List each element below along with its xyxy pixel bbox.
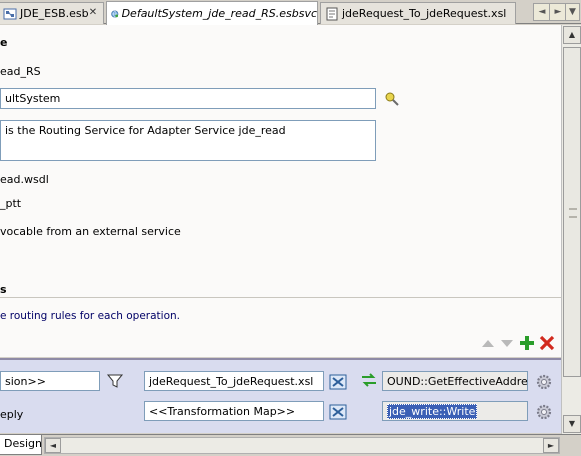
description-textarea[interactable]: is the Routing Service for Adapter Servi… bbox=[0, 120, 376, 161]
delete-rule-icon[interactable] bbox=[539, 335, 555, 351]
reply-target-field[interactable]: jde_write::Write bbox=[382, 401, 528, 421]
general-section-title: e bbox=[0, 36, 8, 49]
routing-rules-section-title: s bbox=[0, 283, 7, 296]
move-down-icon[interactable] bbox=[499, 335, 515, 351]
tab-label: jdeRequest_To_jdeRequest.xsl bbox=[342, 7, 507, 20]
editor-tab-strip: JDE_ESB.esb ✕ DefaultSystem_jde_read_RS.… bbox=[0, 0, 581, 25]
routing-rules-hint: e routing rules for each operation. bbox=[0, 310, 180, 322]
add-rule-icon[interactable] bbox=[519, 335, 535, 351]
reply-label: eply bbox=[0, 408, 24, 421]
filter-expression-field[interactable]: sion>> bbox=[0, 371, 100, 391]
wsdl-file-value: ead.wsdl bbox=[0, 173, 49, 186]
tab-label: JDE_ESB.esb bbox=[20, 7, 89, 20]
scroll-thumb[interactable] bbox=[563, 47, 581, 377]
system-field[interactable]: ultSystem bbox=[0, 88, 376, 109]
browse-system-icon[interactable] bbox=[384, 91, 400, 107]
tab-jderequest-xsl[interactable]: jdeRequest_To_jdeRequest.xsl bbox=[320, 2, 516, 24]
routing-rule-toolbar bbox=[0, 331, 561, 357]
editor-bottom-bar: Design ◄ ► bbox=[0, 434, 581, 456]
transformation-mapper-icon[interactable] bbox=[329, 373, 347, 391]
scroll-left-button[interactable]: ◄ bbox=[45, 438, 61, 453]
reply-transform-field[interactable]: <<Transformation Map>> bbox=[144, 401, 324, 421]
section-divider bbox=[0, 297, 561, 298]
close-icon[interactable]: ✕ bbox=[87, 7, 99, 19]
sync-async-toggle-icon[interactable] bbox=[360, 371, 378, 389]
tab-design[interactable]: Design bbox=[0, 435, 42, 455]
tab-jde-esb[interactable]: JDE_ESB.esb ✕ bbox=[0, 2, 104, 24]
tab-label: DefaultSystem_jde_read_RS.esbsvc bbox=[121, 7, 317, 20]
tab-defaultsystem-esbsvc[interactable]: DefaultSystem_jde_read_RS.esbsvc bbox=[106, 1, 318, 25]
scroll-right-button[interactable]: ► bbox=[543, 438, 559, 453]
chevron-left-icon: ◄ bbox=[538, 7, 546, 17]
gear-icon[interactable] bbox=[535, 373, 553, 391]
reply-transformation-mapper-icon[interactable] bbox=[329, 403, 347, 421]
scroll-corner bbox=[561, 437, 581, 456]
request-transform-field[interactable]: jdeRequest_To_jdeRequest.xsl bbox=[144, 371, 324, 391]
esb-diagram-icon bbox=[3, 8, 17, 19]
globe-service-icon bbox=[111, 9, 119, 18]
scroll-up-button[interactable]: ▲ bbox=[563, 26, 581, 44]
chevron-right-icon: ► bbox=[554, 7, 562, 17]
scroll-grip-icon bbox=[569, 208, 577, 218]
move-up-icon[interactable] bbox=[480, 335, 496, 351]
vertical-scrollbar[interactable]: ▲ ▼ bbox=[561, 25, 581, 436]
port-type-value: _ptt bbox=[0, 197, 22, 210]
service-name-value: ead_RS bbox=[0, 65, 41, 78]
scroll-down-button[interactable]: ▼ bbox=[563, 415, 581, 433]
horizontal-scrollbar[interactable]: ◄ ► bbox=[44, 437, 560, 454]
chevron-down-icon: ▼ bbox=[569, 7, 576, 17]
routing-rule-panel: sion>> jdeRequest_To_jdeRequest.xsl OUND… bbox=[0, 358, 561, 433]
reply-gear-icon[interactable] bbox=[535, 403, 553, 421]
xsl-file-icon bbox=[326, 7, 338, 20]
routing-service-editor: e ead_RS ultSystem is the Routing Servic… bbox=[0, 25, 561, 335]
filter-icon[interactable] bbox=[106, 372, 124, 390]
target-operation-field[interactable]: OUND::GetEffectiveAddress bbox=[382, 371, 528, 391]
reply-target-selected-text: jde_write::Write bbox=[387, 404, 478, 419]
invocable-checkbox-label[interactable]: vocable from an external service bbox=[0, 225, 181, 238]
tab-list-button[interactable]: ▼ bbox=[565, 3, 580, 21]
